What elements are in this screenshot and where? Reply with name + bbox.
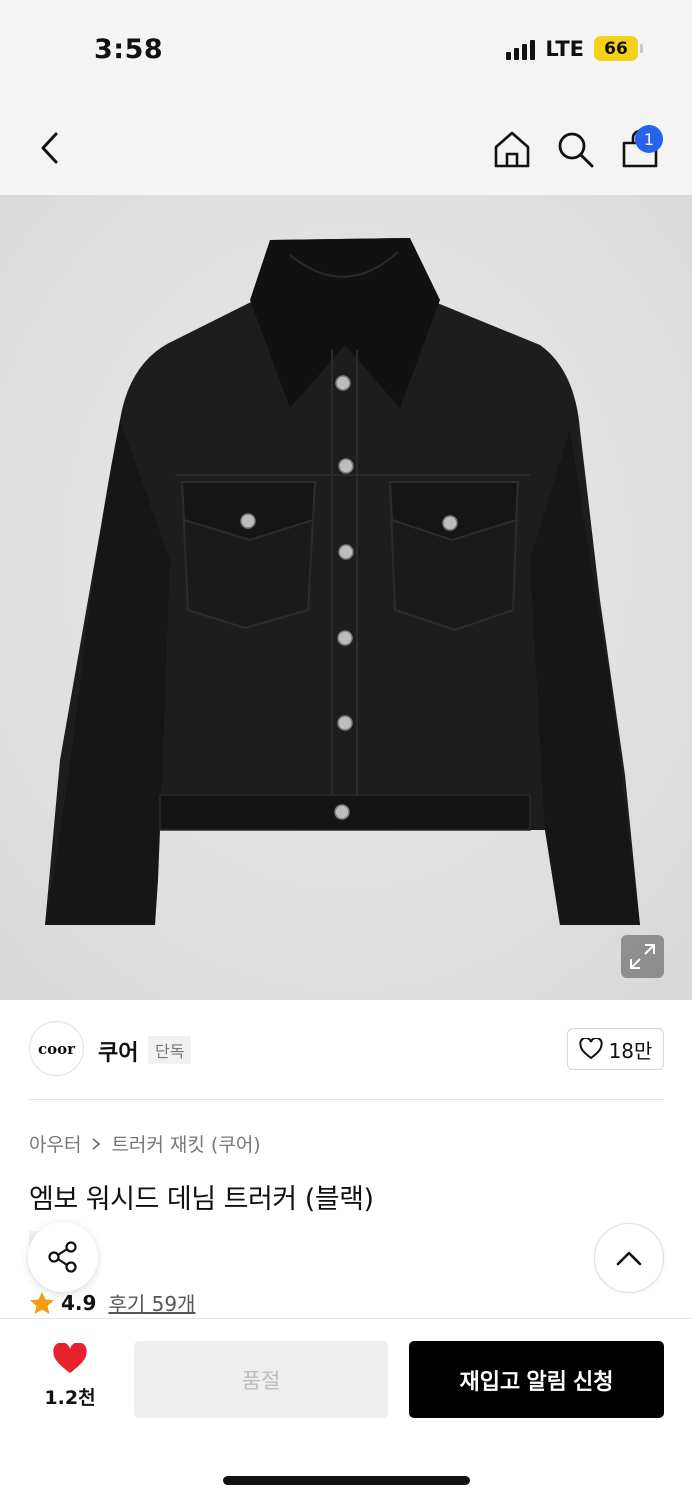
chevron-up-icon bbox=[616, 1251, 642, 1266]
heart-filled-icon bbox=[53, 1343, 87, 1373]
wish-button[interactable]: 1.2천 bbox=[30, 1343, 110, 1410]
product-image[interactable] bbox=[0, 195, 692, 1000]
status-indicators: LTE 66 bbox=[506, 36, 643, 61]
wish-count: 1.2천 bbox=[44, 1387, 96, 1409]
scroll-top-button[interactable] bbox=[594, 1223, 664, 1293]
brand-like-button[interactable]: 18만 bbox=[567, 1028, 664, 1070]
product-title: 엠보 워시드 데님 트러커 (블랙) bbox=[29, 1184, 374, 1215]
review-link[interactable]: 후기 59개 bbox=[108, 1288, 195, 1317]
heart-outline-icon bbox=[578, 1038, 603, 1060]
cart-badge: 1 bbox=[635, 125, 663, 153]
breadcrumb: 아우터 트러커 재킷 (쿠어) bbox=[29, 1130, 261, 1157]
brand-like-count: 18만 bbox=[608, 1038, 653, 1063]
star-icon bbox=[30, 1291, 54, 1314]
home-indicator[interactable] bbox=[223, 1476, 470, 1485]
brand-name[interactable]: 쿠어 bbox=[98, 1035, 138, 1067]
breadcrumb-subcategory[interactable]: 트러커 재킷 (쿠어) bbox=[111, 1130, 260, 1157]
share-button[interactable] bbox=[28, 1222, 98, 1292]
share-icon bbox=[48, 1241, 77, 1273]
battery-level: 66 bbox=[604, 38, 628, 59]
search-icon[interactable] bbox=[555, 129, 595, 169]
restock-alert-button[interactable]: 재입고 알림 신청 bbox=[409, 1341, 664, 1418]
battery-icon: 66 bbox=[594, 36, 643, 61]
signal-icon bbox=[506, 38, 536, 60]
brand-exclusive-tag: 단독 bbox=[148, 1036, 192, 1064]
network-type: LTE bbox=[545, 36, 584, 61]
breadcrumb-category[interactable]: 아우터 bbox=[29, 1130, 81, 1157]
divider bbox=[29, 1099, 664, 1100]
status-time: 3:58 bbox=[94, 34, 164, 65]
soldout-button: 품절 bbox=[134, 1341, 388, 1418]
home-icon[interactable] bbox=[492, 129, 532, 169]
expand-icon[interactable] bbox=[621, 935, 664, 978]
jacket-image bbox=[0, 195, 692, 1000]
rating-value: 4.9 bbox=[61, 1290, 97, 1315]
chevron-right-icon bbox=[92, 1137, 101, 1150]
status-bar: 3:58 LTE 66 bbox=[0, 0, 692, 100]
rating: 4.9 후기 59개 bbox=[29, 1288, 195, 1317]
brand-logo[interactable]: coor bbox=[29, 1021, 84, 1076]
back-arrow-icon[interactable] bbox=[32, 128, 68, 168]
